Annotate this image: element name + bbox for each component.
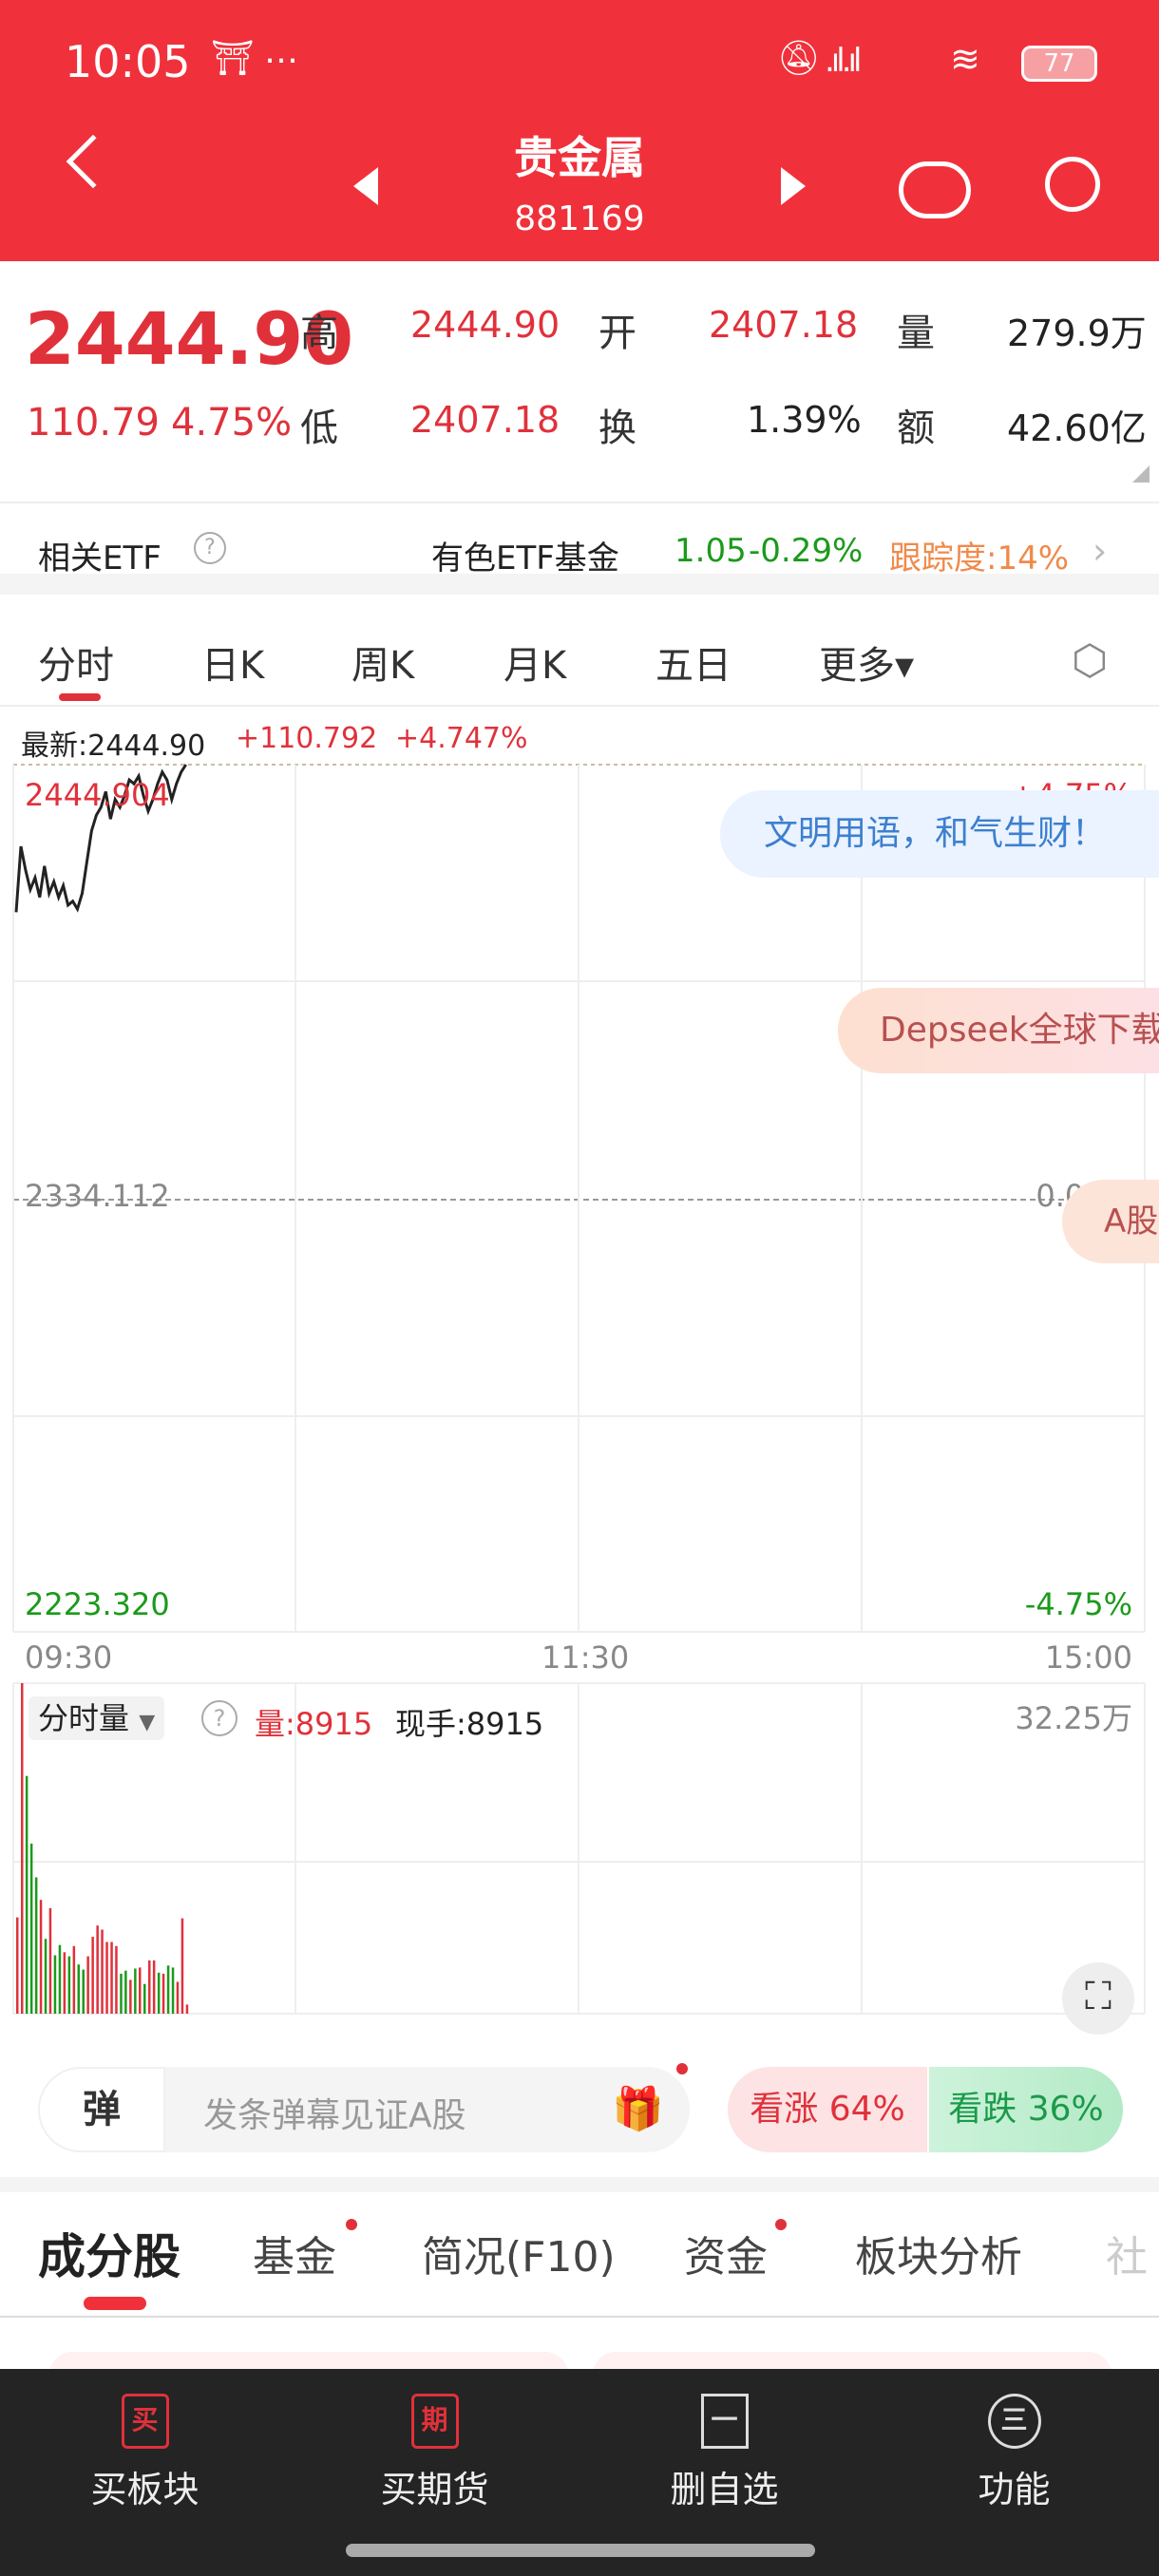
- remove-icon: 一: [700, 2394, 749, 2449]
- danmu-input-bar[interactable]: 弹 发条弹幕见证A股 🎁: [38, 2067, 690, 2152]
- volume-bar: [91, 1937, 94, 2014]
- volume-bar: [134, 1968, 137, 2014]
- danmu-bubble: 文明用语，和气生财！: [720, 790, 1159, 878]
- volume-bar: [63, 1952, 66, 2014]
- danmu-bubble: A股: [1062, 1180, 1159, 1263]
- tab-sector-analysis[interactable]: 板块分析: [855, 2223, 1022, 2283]
- volume-bar: [180, 1918, 184, 2014]
- notification-dot: [775, 2219, 787, 2230]
- nav-buy-sector[interactable]: 买买板块: [0, 2394, 290, 2512]
- volume-bar: [39, 1900, 43, 2014]
- bullish-button[interactable]: 看涨 64%: [728, 2067, 927, 2152]
- volume-bar: [29, 1843, 33, 2014]
- axis-bottom-price: 2223.320: [25, 1586, 170, 1622]
- volume-max-label: 32.25万: [1015, 1700, 1132, 1736]
- danmu-input[interactable]: 发条弹幕见证A股: [203, 2088, 466, 2137]
- volume-bar: [48, 1907, 52, 2014]
- volume-bar: [162, 1973, 165, 2014]
- volume-indicator-select[interactable]: 分时量 ▼: [28, 1696, 165, 1740]
- nav-label: 买期货: [380, 2469, 489, 2510]
- gift-icon[interactable]: 🎁: [612, 2084, 664, 2133]
- tab-profile-f10[interactable]: 简况(F10): [422, 2223, 616, 2283]
- x-tick: 09:30: [25, 1639, 113, 1676]
- volume-bar: [101, 1929, 104, 2014]
- volume-bar: [34, 1877, 38, 2014]
- volume-bar: [67, 1956, 71, 2014]
- volume-bar: [185, 2004, 189, 2014]
- volume-bar: [96, 1925, 99, 2014]
- volume-bar: [157, 1972, 161, 2014]
- nav-label: 买板块: [90, 2469, 200, 2510]
- volume-bar: [152, 1960, 156, 2014]
- axis-mid-price: 2334.112: [25, 1178, 170, 1214]
- nav-label: 删自选: [670, 2469, 779, 2510]
- notification-dot: [676, 2063, 688, 2074]
- fullscreen-icon[interactable]: ⛶: [1062, 1962, 1134, 2035]
- axis-bottom-pct: -4.75%: [1024, 1586, 1132, 1622]
- x-tick: 11:30: [542, 1639, 630, 1676]
- tab-constituents[interactable]: 成分股: [38, 2219, 180, 2287]
- volume-bar: [21, 1683, 24, 2014]
- danmu-bubble: Depseek全球下载: [838, 988, 1159, 1073]
- menu-icon: 三: [987, 2394, 1041, 2449]
- volume-bar: [166, 1965, 170, 2014]
- volume-value: 量:8915: [255, 1706, 373, 1742]
- volume-bar: [86, 1956, 89, 2014]
- volume-bar: [129, 1979, 132, 2014]
- tab-funds[interactable]: 基金: [253, 2223, 336, 2283]
- divider: [0, 2316, 1159, 2318]
- volume-bar: [72, 1945, 76, 2014]
- volume-bar: [143, 1983, 146, 2014]
- section-gap: [0, 2177, 1159, 2192]
- axis-top-price: 2444.904: [25, 777, 170, 813]
- volume-bar: [124, 1970, 127, 2014]
- volume-bar: [77, 1964, 80, 2014]
- help-icon[interactable]: ?: [201, 1700, 238, 1736]
- notification-dot: [346, 2219, 357, 2230]
- nav-label: 功能: [978, 2469, 1051, 2510]
- volume-bar: [139, 1967, 142, 2014]
- volume-bar: [105, 1941, 108, 2014]
- tab-community[interactable]: 社: [1106, 2223, 1148, 2283]
- volume-bar: [115, 1945, 118, 2014]
- volume-bar: [53, 1955, 57, 2014]
- nav-buy-futures[interactable]: 期买期货: [290, 2394, 580, 2512]
- volume-bar: [120, 1973, 123, 2014]
- danmu-badge[interactable]: 弹: [38, 2067, 165, 2152]
- tab-capital[interactable]: 资金: [684, 2223, 768, 2283]
- nav-functions[interactable]: 三功能: [869, 2394, 1159, 2512]
- volume-bar: [171, 1967, 175, 2014]
- home-indicator[interactable]: [346, 2544, 815, 2557]
- bearish-button[interactable]: 看跌 36%: [929, 2067, 1123, 2152]
- futures-icon: 期: [410, 2394, 459, 2449]
- volume-bar: [110, 1941, 113, 2014]
- volume-bar: [176, 1981, 180, 2014]
- buy-icon: 买: [121, 2394, 169, 2449]
- volume-bar: [44, 1939, 48, 2014]
- volume-bar: [25, 1775, 28, 2014]
- volume-bar: [148, 1960, 151, 2014]
- volume-bar: [16, 1917, 19, 2014]
- volume-bar: [58, 1944, 62, 2014]
- current-hand: 现手:8915: [395, 1706, 544, 1742]
- active-tab-indicator: [84, 2297, 146, 2310]
- volume-indicator-label: 分时量: [38, 1700, 130, 1736]
- x-tick: 15:00: [1044, 1639, 1132, 1676]
- nav-remove-watchlist[interactable]: 一删自选: [580, 2394, 869, 2512]
- dropdown-icon: ▼: [139, 1711, 156, 1734]
- volume-bar: [82, 1969, 85, 2014]
